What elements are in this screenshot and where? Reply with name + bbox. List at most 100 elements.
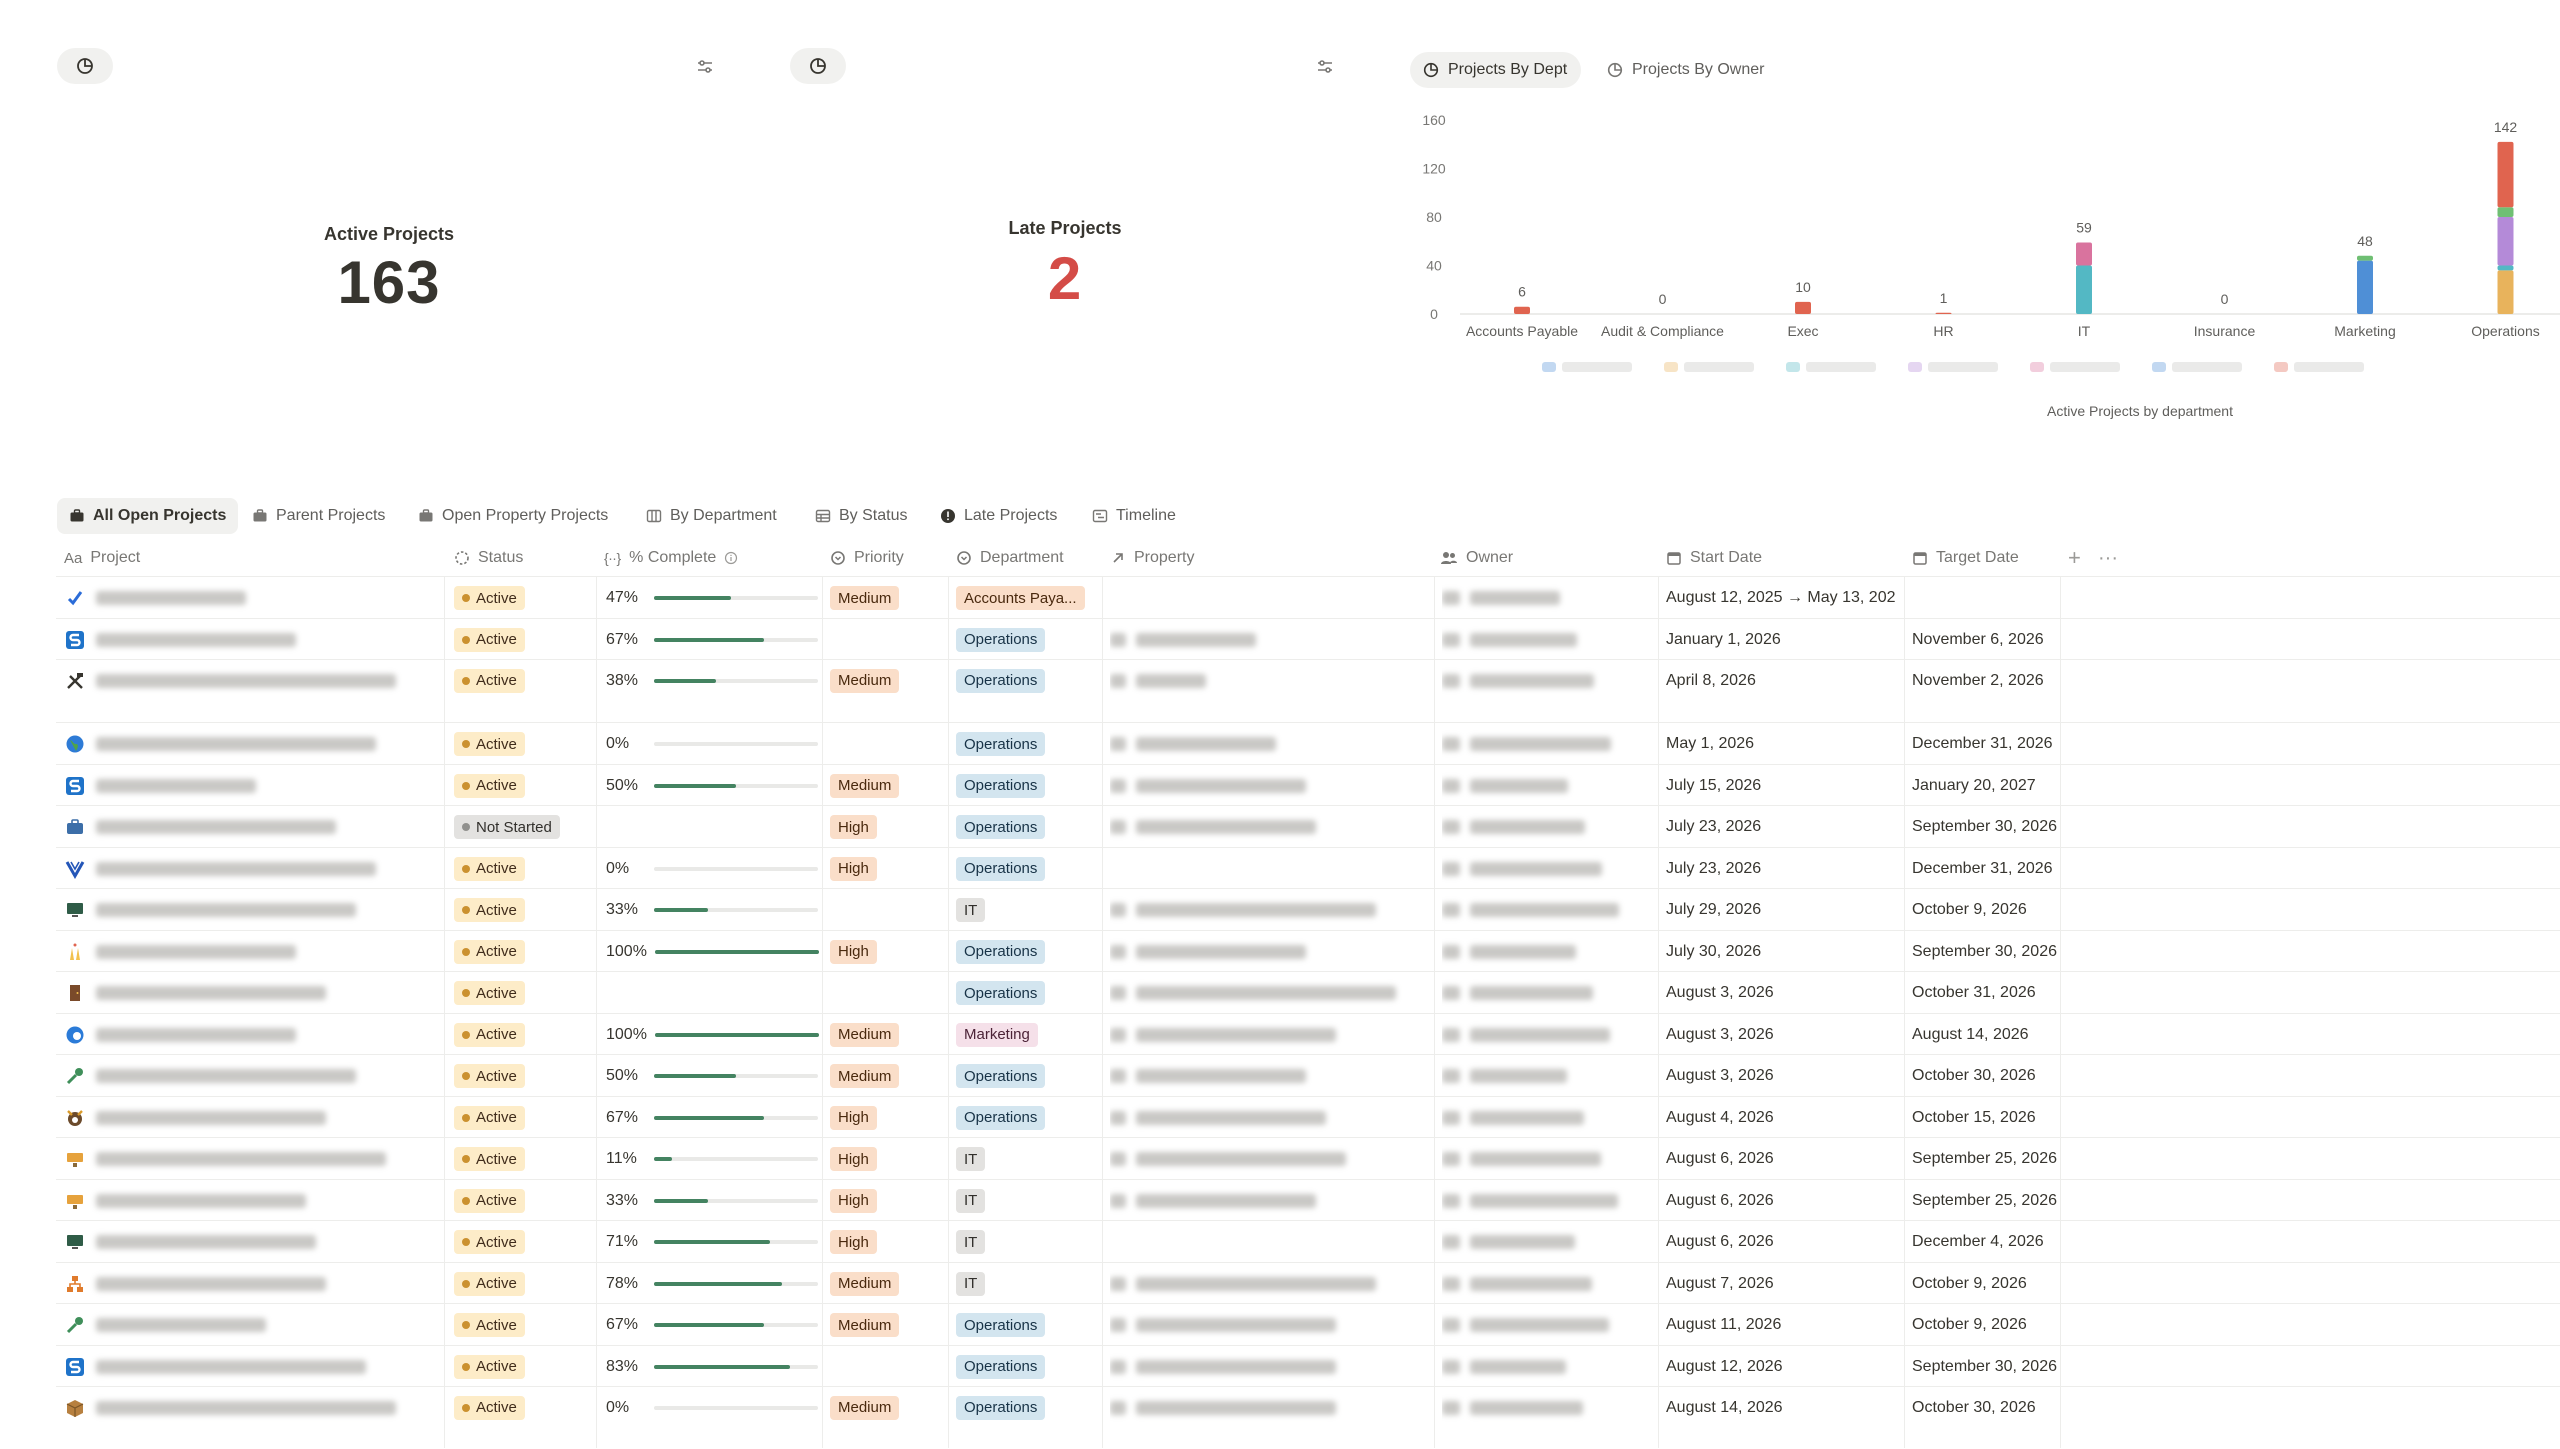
property-cell[interactable]	[1110, 1387, 1436, 1428]
target-date-cell[interactable]: October 9, 2026	[1912, 889, 2064, 931]
status-cell[interactable]: Active	[454, 1221, 600, 1263]
priority-cell[interactable]: Medium	[830, 577, 950, 619]
column-header-priority[interactable]: Priority	[830, 540, 904, 576]
owner-cell[interactable]	[1442, 1097, 1658, 1138]
start-date-cell[interactable]: August 3, 2026	[1666, 1014, 1910, 1055]
priority-cell[interactable]: Medium	[830, 1014, 950, 1055]
table-row[interactable]: Active 67% Medium Operations August 11, 2026…	[56, 1303, 2560, 1346]
start-date-cell[interactable]: August 12, 2025 → May 13, 202	[1666, 577, 1910, 619]
priority-cell[interactable]: High	[830, 1221, 950, 1263]
status-cell[interactable]: Active	[454, 1180, 600, 1221]
target-date-cell[interactable]: September 25, 2026	[1912, 1180, 2064, 1221]
owner-cell[interactable]	[1442, 972, 1658, 1014]
priority-cell[interactable]: High	[830, 806, 950, 848]
owner-cell[interactable]	[1442, 889, 1658, 931]
department-cell[interactable]: IT	[956, 1138, 1106, 1180]
tab-by-status[interactable]: By Status	[803, 498, 919, 534]
priority-cell[interactable]: High	[830, 1138, 950, 1180]
owner-cell[interactable]	[1442, 1055, 1658, 1097]
priority-cell[interactable]: Medium	[830, 660, 950, 701]
project-cell[interactable]	[64, 1180, 440, 1221]
property-cell[interactable]	[1110, 931, 1436, 972]
add-column-button[interactable]: +	[2068, 540, 2081, 576]
owner-cell[interactable]	[1442, 1014, 1658, 1055]
property-cell[interactable]	[1110, 972, 1436, 1014]
start-date-cell[interactable]: July 15, 2026	[1666, 765, 1910, 806]
property-cell[interactable]	[1110, 1346, 1436, 1387]
status-cell[interactable]: Active	[454, 619, 600, 660]
status-cell[interactable]: Active	[454, 1138, 600, 1180]
priority-cell[interactable]: High	[830, 931, 950, 972]
owner-cell[interactable]	[1442, 1387, 1658, 1428]
status-cell[interactable]: Active	[454, 1304, 600, 1346]
status-cell[interactable]: Active	[454, 1097, 600, 1138]
priority-cell[interactable]: Medium	[830, 1055, 950, 1097]
table-row[interactable]: Active 47% Medium Accounts Paya... August 12…	[56, 576, 2560, 619]
table-row[interactable]: Active 100% Medium Marketing August 3, 2026 A…	[56, 1013, 2560, 1055]
priority-cell[interactable]	[830, 723, 950, 765]
property-cell[interactable]	[1110, 619, 1436, 660]
project-cell[interactable]	[64, 1138, 440, 1180]
owner-cell[interactable]	[1442, 848, 1658, 889]
department-cell[interactable]: IT	[956, 1263, 1106, 1304]
table-row[interactable]: Active 78% Medium IT August 7, 2026 October 9…	[56, 1262, 2560, 1304]
column-header-property[interactable]: Property	[1110, 540, 1194, 576]
property-cell[interactable]	[1110, 1263, 1436, 1304]
target-date-cell[interactable]: December 31, 2026	[1912, 848, 2064, 889]
department-cell[interactable]: Operations	[956, 972, 1106, 1014]
target-date-cell[interactable]: September 30, 2026	[1912, 806, 2064, 848]
department-cell[interactable]: Marketing	[956, 1014, 1106, 1055]
start-date-cell[interactable]: July 23, 2026	[1666, 806, 1910, 848]
owner-cell[interactable]	[1442, 931, 1658, 972]
start-date-cell[interactable]: August 6, 2026	[1666, 1180, 1910, 1221]
property-cell[interactable]	[1110, 765, 1436, 806]
column-header-owner[interactable]: Owner	[1440, 540, 1513, 576]
project-cell[interactable]	[64, 723, 440, 765]
target-date-cell[interactable]: November 2, 2026	[1912, 660, 2064, 701]
target-date-cell[interactable]: November 6, 2026	[1912, 619, 2064, 660]
filter-settings-icon[interactable]	[693, 55, 717, 79]
owner-cell[interactable]	[1442, 660, 1658, 701]
priority-cell[interactable]: Medium	[830, 1263, 950, 1304]
tab-open-property-projects[interactable]: Open Property Projects	[406, 498, 620, 534]
table-row[interactable]: Active 38% Medium Operations April 8, 2026 No…	[56, 659, 2560, 723]
tab-projects-by-dept[interactable]: Projects By Dept	[1410, 52, 1582, 88]
start-date-cell[interactable]: August 6, 2026	[1666, 1221, 1910, 1263]
status-cell[interactable]: Active	[454, 765, 600, 806]
column-header-status[interactable]: Status	[454, 540, 523, 576]
property-cell[interactable]	[1110, 577, 1436, 619]
table-row[interactable]: Active 100% High Operations July 30, 2026 Sep…	[56, 930, 2560, 972]
project-cell[interactable]	[64, 806, 440, 848]
tab-timeline[interactable]: Timeline	[1080, 498, 1188, 534]
table-row[interactable]: Active 83% Operations August 12, 2026 Septem…	[56, 1345, 2560, 1387]
chart-type-button-2[interactable]	[790, 48, 846, 84]
start-date-cell[interactable]: July 30, 2026	[1666, 931, 1910, 972]
target-date-cell[interactable]: October 15, 2026	[1912, 1097, 2064, 1138]
table-row[interactable]: Active 67% Operations January 1, 2026 Novemb…	[56, 618, 2560, 660]
owner-cell[interactable]	[1442, 806, 1658, 848]
start-date-cell[interactable]: August 14, 2026	[1666, 1387, 1910, 1428]
project-cell[interactable]	[64, 1097, 440, 1138]
column-header-project[interactable]: Aa Project	[64, 540, 140, 576]
priority-cell[interactable]: High	[830, 848, 950, 889]
project-cell[interactable]	[64, 1387, 440, 1428]
project-cell[interactable]	[64, 660, 440, 701]
status-cell[interactable]: Active	[454, 1387, 600, 1428]
owner-cell[interactable]	[1442, 1346, 1658, 1387]
department-cell[interactable]: Operations	[956, 1346, 1106, 1387]
target-date-cell[interactable]: October 31, 2026	[1912, 972, 2064, 1014]
table-row[interactable]: Active 33% High IT August 6, 2026 September 2…	[56, 1179, 2560, 1221]
department-cell[interactable]: Accounts Paya...	[956, 577, 1106, 619]
property-cell[interactable]	[1110, 806, 1436, 848]
owner-cell[interactable]	[1442, 723, 1658, 765]
tab-projects-by-owner[interactable]: Projects By Owner	[1594, 52, 1778, 88]
property-cell[interactable]	[1110, 1097, 1436, 1138]
column-header-start-date[interactable]: Start Date	[1666, 540, 1762, 576]
priority-cell[interactable]	[830, 1346, 950, 1387]
table-row[interactable]: Active 0% High Operations July 23, 2026 Decem…	[56, 847, 2560, 889]
start-date-cell[interactable]: May 1, 2026	[1666, 723, 1910, 765]
status-cell[interactable]: Active	[454, 1263, 600, 1304]
project-cell[interactable]	[64, 619, 440, 660]
target-date-cell[interactable]	[1912, 577, 2064, 619]
table-row[interactable]: Active 71% High IT August 6, 2026 December 4,…	[56, 1220, 2560, 1263]
